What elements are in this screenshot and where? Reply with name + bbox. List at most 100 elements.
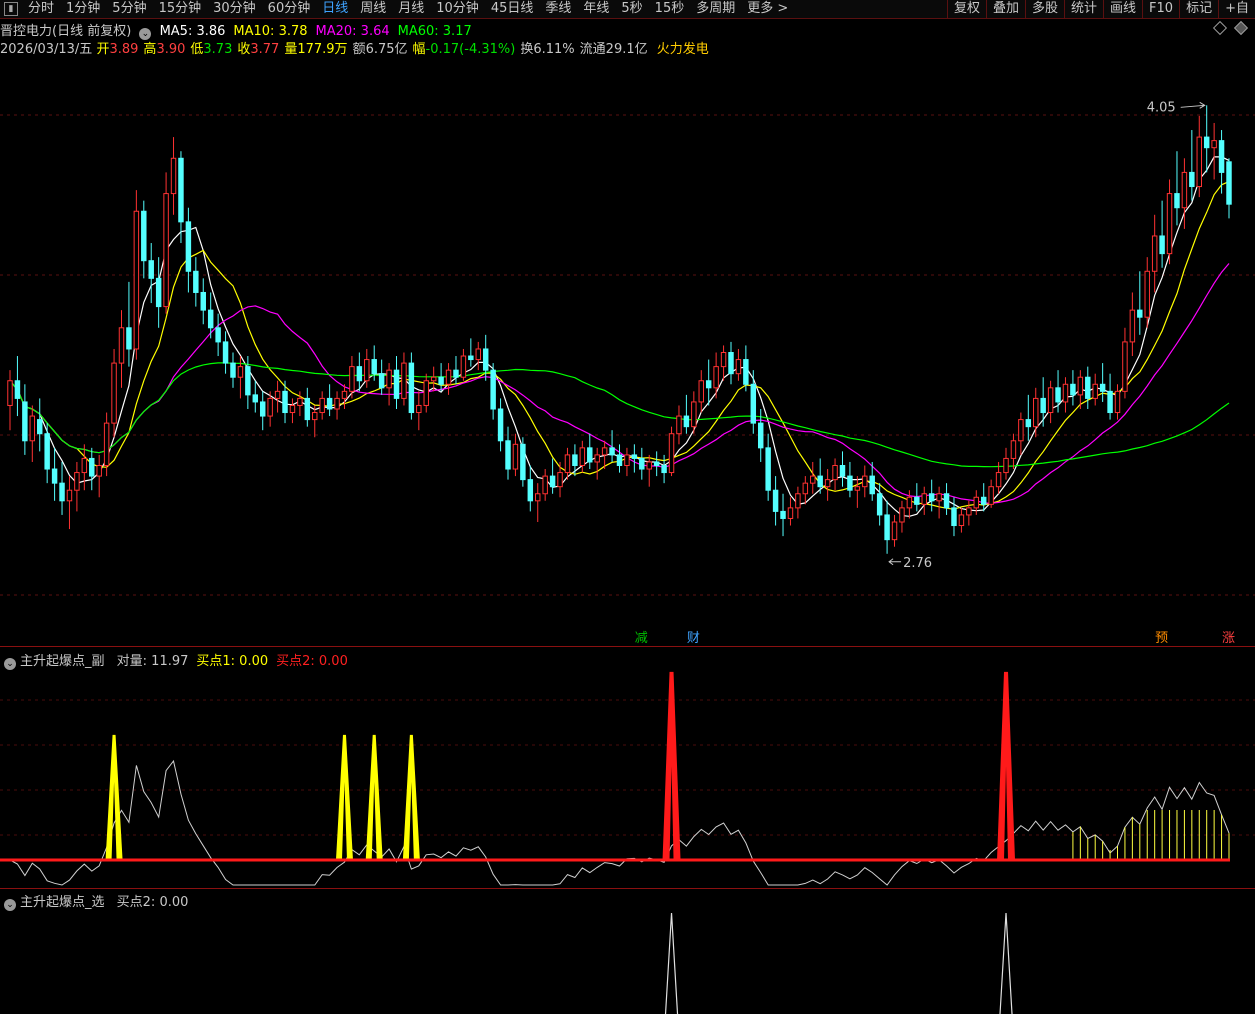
candle <box>698 370 704 413</box>
candle-body <box>215 327 221 343</box>
candle-body <box>832 465 838 481</box>
candle <box>96 454 102 498</box>
candle-body <box>423 380 429 406</box>
candle-body <box>980 496 987 505</box>
candle-body <box>921 493 927 505</box>
candle-body <box>497 408 504 442</box>
signal-marker: 财 <box>687 631 700 646</box>
candle <box>1211 122 1217 180</box>
candle-body <box>735 359 742 375</box>
candle-body <box>378 373 385 389</box>
candle-body <box>995 472 1002 488</box>
candle <box>1151 214 1158 293</box>
candle <box>237 356 244 399</box>
candle <box>51 447 58 501</box>
candle <box>735 348 742 381</box>
candle <box>594 447 600 480</box>
chart-canvas[interactable]: 4.05 2.76 减 财 预 涨 <box>0 0 1255 1014</box>
candle <box>326 384 333 417</box>
candle <box>980 483 987 512</box>
candle <box>936 486 942 519</box>
candle <box>148 243 154 304</box>
candle <box>1010 433 1017 470</box>
candle-body <box>319 397 325 414</box>
candle-body <box>750 383 757 424</box>
candle-body <box>1114 390 1121 414</box>
candle <box>795 486 801 519</box>
candle <box>274 380 281 413</box>
candle <box>1092 373 1098 406</box>
candle-body <box>780 510 786 519</box>
candle <box>542 469 548 501</box>
candle-body <box>1122 341 1128 392</box>
candle <box>520 437 526 487</box>
candle <box>1062 377 1069 413</box>
candle-body <box>133 210 140 350</box>
candle <box>535 483 541 522</box>
candle-body <box>1092 383 1098 399</box>
candle <box>1033 387 1039 438</box>
candle <box>787 497 794 526</box>
buy1-spike <box>365 734 383 861</box>
candle-body <box>1085 376 1091 399</box>
candle <box>289 398 296 424</box>
candle-body <box>222 341 229 364</box>
candle-body <box>1070 383 1076 396</box>
candle-body <box>549 475 556 488</box>
candle-body <box>1099 383 1106 392</box>
candle-body <box>698 380 704 403</box>
candle-body <box>572 454 578 466</box>
candle-body <box>795 493 801 509</box>
candle-body <box>906 496 913 509</box>
candle <box>126 281 132 367</box>
candle <box>527 465 534 512</box>
panel2-spike <box>999 912 1013 1014</box>
candle <box>639 447 645 480</box>
candle-body <box>103 422 110 466</box>
candle-body <box>1174 193 1180 209</box>
candle <box>215 313 221 357</box>
candle <box>259 391 266 431</box>
candle <box>928 479 935 512</box>
candle-body <box>200 291 206 311</box>
candle <box>1174 151 1180 226</box>
candle <box>1003 447 1009 480</box>
candle-body <box>356 366 363 382</box>
candle-body <box>207 309 214 329</box>
candle <box>899 500 905 533</box>
candle-body <box>1137 309 1143 318</box>
candle <box>750 370 757 434</box>
candle <box>408 352 415 420</box>
candle <box>1196 115 1202 198</box>
candle-body <box>713 366 719 389</box>
candle <box>973 490 980 515</box>
candle-body <box>631 454 638 459</box>
candle-body <box>668 433 675 474</box>
candle-body <box>646 461 652 470</box>
candle-body <box>111 362 117 424</box>
candle-body <box>1107 390 1113 414</box>
candle-body <box>891 521 898 541</box>
candle <box>230 352 236 388</box>
candle-body <box>854 486 861 491</box>
candle-body <box>29 415 36 442</box>
candle-body <box>393 369 400 399</box>
candle <box>876 483 883 526</box>
candle-body <box>438 376 444 385</box>
candle-body <box>252 394 259 403</box>
candle-body <box>155 277 162 308</box>
candle <box>185 207 192 293</box>
candle <box>304 387 311 427</box>
candle-body <box>1203 136 1210 149</box>
candle <box>59 461 65 515</box>
candle-body <box>245 366 251 396</box>
candle-body <box>609 447 615 456</box>
candle-body <box>126 327 132 350</box>
candle <box>356 352 363 392</box>
candle-body <box>237 366 244 378</box>
candle <box>1107 373 1113 420</box>
candle <box>1085 366 1091 409</box>
candle <box>728 341 734 385</box>
candle-body <box>44 433 50 470</box>
candle <box>252 380 259 413</box>
